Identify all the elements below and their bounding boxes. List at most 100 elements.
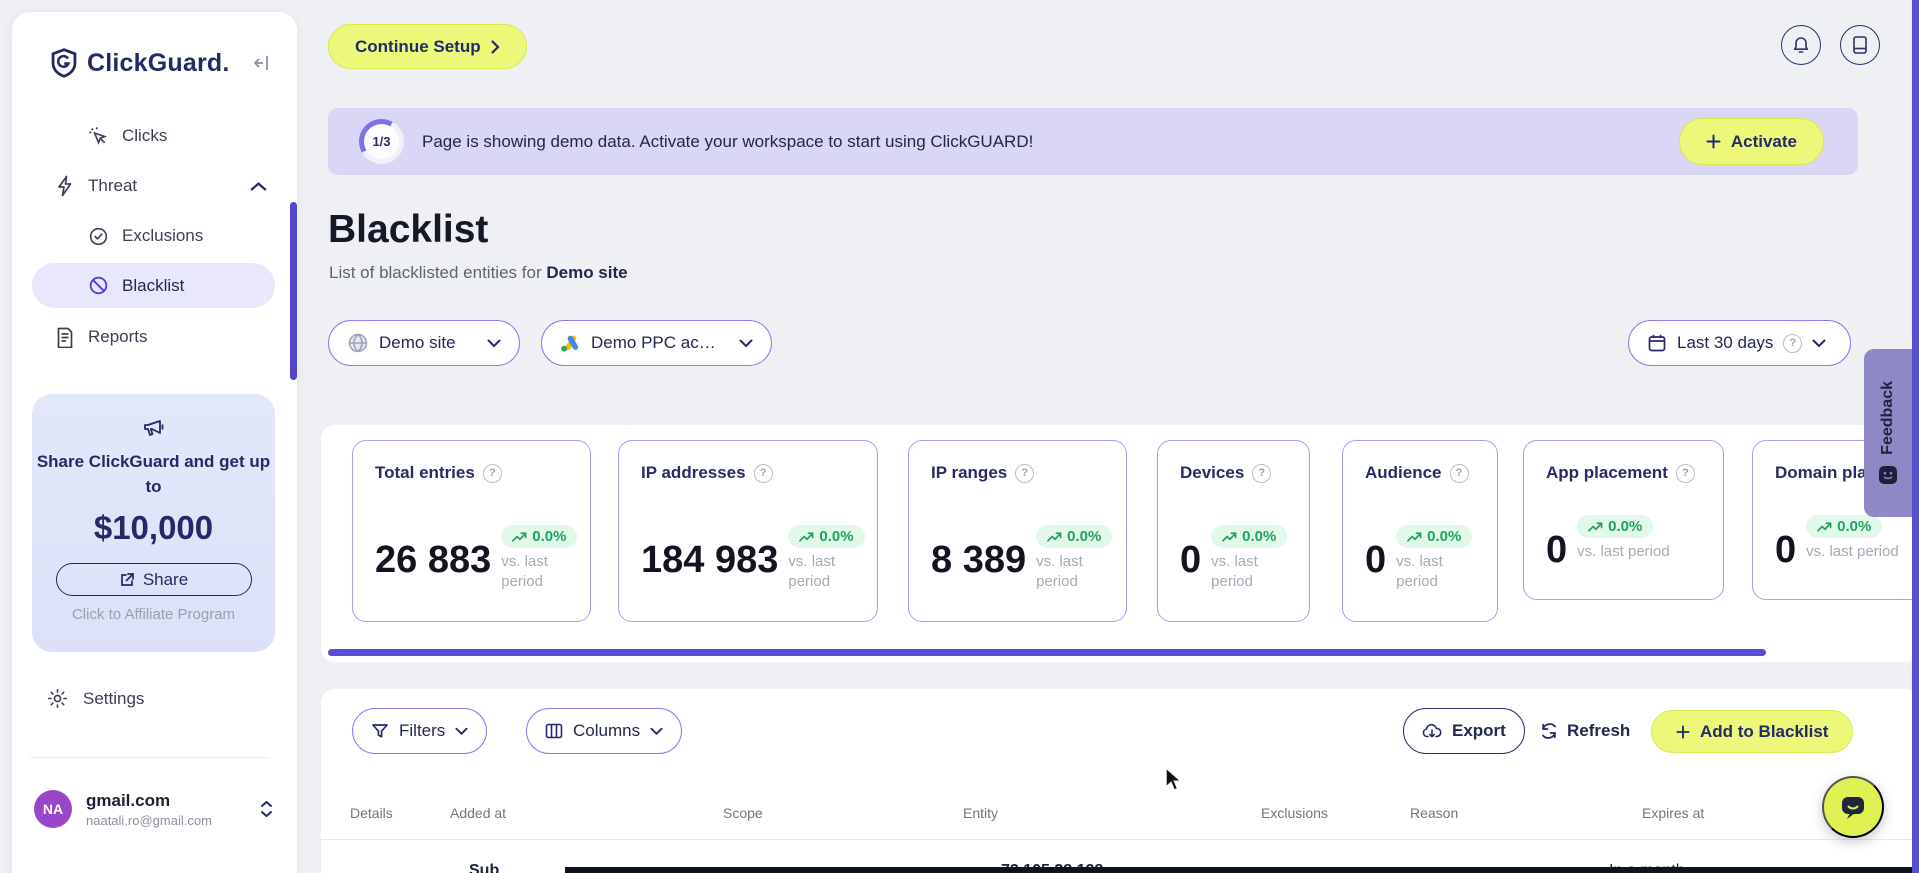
column-header-added-at[interactable]: Added at (450, 805, 506, 821)
delta-badge: 0.0% (501, 525, 578, 548)
column-header-scope[interactable]: Scope (723, 805, 763, 821)
bell-icon (1791, 35, 1811, 55)
chevron-up-icon (250, 181, 267, 192)
stats-horizontal-scrollbar[interactable] (328, 649, 1766, 656)
stats-panel: Total entries? 26 883 0.0% vs. last peri… (321, 425, 1919, 662)
setup-progress-ring: 1/3 (359, 119, 404, 164)
sidebar-item-reports[interactable]: Reports (55, 318, 148, 356)
delta-badge: 0.0% (788, 525, 865, 548)
column-header-entity[interactable]: Entity (963, 805, 998, 821)
page-title: Blacklist (328, 208, 489, 251)
promo-caption: Click to Affiliate Program (71, 606, 236, 624)
bottom-bar (565, 867, 1919, 873)
page-scrollbar[interactable] (1912, 0, 1919, 873)
help-icon[interactable]: ? (482, 463, 502, 483)
stat-card-audience: Audience? 0 0.0% vs. last period (1342, 440, 1498, 622)
help-icon[interactable]: ? (1449, 463, 1469, 483)
stat-value: 0 (1546, 529, 1568, 571)
delta-badge: 0.0% (1396, 525, 1473, 548)
export-button[interactable]: Export (1403, 708, 1525, 754)
delta-badge: 0.0% (1036, 525, 1113, 548)
docs-button[interactable] (1840, 25, 1880, 65)
sidebar-item-blacklist[interactable]: Blacklist (32, 263, 275, 308)
chevron-down-icon (487, 339, 501, 348)
column-header-reason[interactable]: Reason (1410, 805, 1458, 821)
demo-data-banner: 1/3 Page is showing demo data. Activate … (328, 108, 1858, 175)
help-icon[interactable]: ? (1675, 463, 1695, 483)
trend-up-icon (1047, 531, 1062, 542)
feedback-tab[interactable]: Feedback (1864, 349, 1912, 517)
header-divider (321, 839, 1919, 840)
stat-value: 0 (1180, 539, 1202, 581)
sidebar-scrollbar[interactable] (290, 202, 297, 380)
ban-icon (89, 276, 108, 295)
check-badge-icon (88, 226, 109, 247)
column-header-details[interactable]: Details (350, 805, 393, 821)
globe-icon (347, 332, 369, 354)
refresh-icon (1540, 722, 1558, 740)
stat-card-devices: Devices? 0 0.0% vs. last period (1157, 440, 1310, 622)
book-icon (1851, 35, 1869, 55)
refresh-button[interactable]: Refresh (1540, 708, 1630, 754)
feedback-label: Feedback (1879, 381, 1896, 455)
plus-icon (1706, 134, 1721, 149)
row-added-at: Sub (469, 862, 500, 873)
funnel-icon (371, 722, 389, 740)
lightning-icon (55, 175, 75, 197)
account-switcher[interactable]: NA gmail.com naatali.ro@gmail.com (34, 790, 274, 828)
delta-badge: 0.0% (1806, 515, 1883, 538)
help-icon[interactable]: ? (753, 463, 773, 483)
notifications-button[interactable] (1781, 25, 1821, 65)
column-header-expires-at[interactable]: Expires at (1642, 805, 1704, 821)
chat-widget-button[interactable] (1822, 776, 1884, 838)
shield-g-logo-icon (50, 48, 78, 78)
gear-icon (47, 688, 68, 709)
ppc-account-selector[interactable]: Demo PPC ac… (541, 320, 772, 366)
help-icon[interactable]: ? (1252, 463, 1272, 483)
sidebar-collapse-icon[interactable] (252, 52, 274, 74)
calendar-icon (1647, 333, 1667, 353)
chat-bubble-icon (1838, 792, 1868, 822)
trend-up-icon (799, 531, 814, 542)
stat-card-total-entries: Total entries? 26 883 0.0% vs. last peri… (352, 440, 591, 622)
google-ads-icon (560, 334, 581, 353)
sidebar-item-threat[interactable]: Threat (55, 167, 267, 205)
sidebar-item-clicks[interactable]: Clicks (88, 117, 167, 155)
help-icon[interactable]: ? (1015, 463, 1035, 483)
stat-value: 26 883 (375, 539, 492, 581)
filters-button[interactable]: Filters (352, 708, 488, 754)
sidebar-divider (30, 757, 270, 758)
continue-setup-button[interactable]: Continue Setup (328, 24, 527, 69)
site-selector[interactable]: Demo site (328, 320, 520, 366)
sort-chevrons-icon (259, 799, 274, 819)
avatar: NA (34, 790, 72, 828)
trend-up-icon (1817, 521, 1832, 532)
activate-button[interactable]: Activate (1678, 118, 1824, 165)
logo[interactable]: ClickGuard. (50, 48, 230, 78)
external-link-icon (119, 572, 135, 588)
column-header-exclusions[interactable]: Exclusions (1261, 805, 1328, 821)
columns-icon (545, 722, 563, 740)
chevron-right-icon (491, 39, 500, 54)
trend-up-icon (1407, 531, 1422, 542)
account-name: gmail.com (86, 790, 171, 810)
delta-badge: 0.0% (1577, 515, 1654, 538)
trend-up-icon (512, 531, 527, 542)
stat-card-app-placement: App placement? 0 0.0% vs. last period (1523, 440, 1724, 600)
stat-card-ip-addresses: IP addresses? 184 983 0.0% vs. last peri… (618, 440, 878, 622)
chevron-down-icon (739, 339, 753, 348)
smiley-chat-icon (1878, 465, 1898, 485)
promo-title: Share ClickGuard and get up to (36, 452, 271, 496)
add-to-blacklist-button[interactable]: Add to Blacklist (1651, 710, 1854, 753)
sidebar-item-settings[interactable]: Settings (47, 688, 144, 709)
plus-icon (1676, 724, 1690, 739)
sidebar-item-exclusions[interactable]: Exclusions (88, 217, 203, 255)
stat-value: 0 (1365, 539, 1387, 581)
cloud-download-icon (1422, 722, 1442, 740)
share-button[interactable]: Share (55, 563, 252, 597)
help-icon: ? (1783, 333, 1803, 353)
date-range-selector[interactable]: Last 30 days ? (1628, 320, 1851, 366)
columns-button[interactable]: Columns (526, 708, 683, 754)
blacklist-table-panel: Filters Columns Export Refresh Add to Bl… (321, 689, 1919, 873)
affiliate-promo-card[interactable]: Share ClickGuard and get up to $10,000 S… (32, 394, 275, 652)
